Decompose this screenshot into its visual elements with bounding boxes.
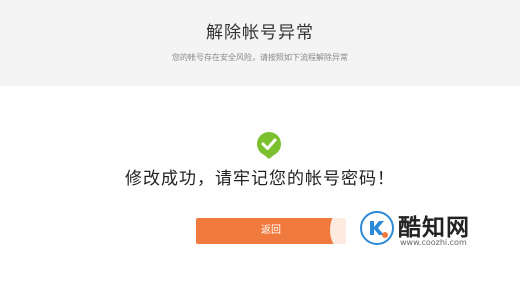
page-header: 解除帐号异常 您的帐号存在安全风险，请按照如下流程解除异常 [0,0,520,86]
success-message: 修改成功，请牢记您的帐号密码！ [125,169,395,189]
watermark-name: 酷知网 [398,215,470,241]
page-title: 解除帐号异常 [206,23,314,43]
page-subtitle: 您的帐号存在安全风险，请按照如下流程解除异常 [172,53,348,62]
check-icon [254,130,284,160]
watermark-url: www.coozhi.com [400,238,467,247]
coozhi-logo-icon [360,211,394,245]
return-button[interactable]: 返回 [196,218,346,244]
watermark: 酷知网 www.coozhi.com [330,200,500,260]
